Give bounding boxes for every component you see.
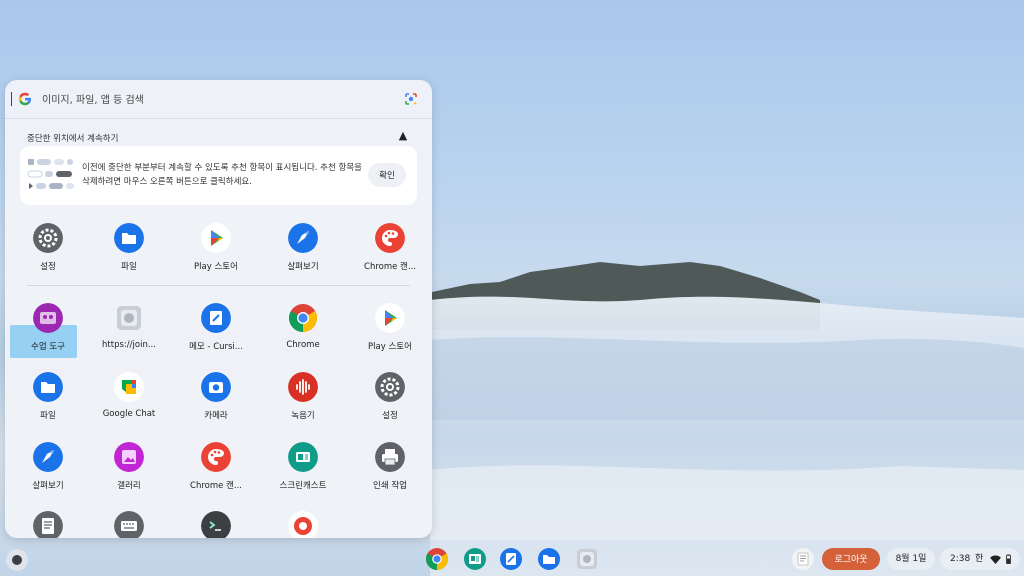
cursive-icon[interactable]	[499, 547, 523, 571]
app-screencast[interactable]: 스크린캐스트	[260, 442, 346, 500]
app-label: Play 스토어	[368, 342, 412, 352]
app-label: 설정	[382, 411, 398, 421]
terminal-icon	[201, 511, 231, 538]
play-store-icon	[375, 303, 405, 333]
app-label: 인쇄 작업	[373, 481, 407, 491]
app-camera[interactable]: 카메라	[173, 372, 259, 430]
date-tray[interactable]: 8월 1일	[887, 548, 935, 570]
recorder-icon	[288, 372, 318, 402]
app-play-store[interactable]: Play 스토어	[347, 303, 432, 361]
google-icon	[18, 92, 31, 106]
app-class-tools[interactable]: 수업 도구	[5, 303, 91, 361]
logout-button[interactable]: 로그아웃	[822, 548, 880, 570]
launcher-icon	[12, 555, 22, 565]
continue-card-text: 이전에 중단한 부분부터 계속할 수 있도록 추천 항목이 표시됩니다. 추천 …	[82, 163, 362, 187]
app-label: 파일	[40, 411, 56, 421]
google-chat-icon	[114, 372, 144, 402]
recent-app-settings[interactable]: 설정	[5, 223, 91, 281]
app-chrome-beta[interactable]	[260, 511, 346, 538]
launcher-button[interactable]	[6, 549, 28, 571]
app-files[interactable]: 파일	[5, 372, 91, 430]
chevron-up-icon[interactable]: ▲	[396, 129, 410, 143]
web-app-icon	[117, 306, 141, 330]
continue-section-title: 중단한 위치에서 계속하기	[27, 134, 119, 144]
chrome-beta-icon	[288, 511, 318, 538]
app-label: Chrome 캔...	[190, 481, 242, 491]
app-settings[interactable]: 설정	[347, 372, 432, 430]
app-label: Chrome 캔...	[364, 262, 416, 272]
app-label: 설정	[40, 262, 56, 272]
app-label: 살펴보기	[32, 481, 64, 491]
app-docs[interactable]	[5, 511, 91, 538]
app-gallery[interactable]: 갤러리	[86, 442, 172, 500]
text-cursor	[11, 92, 12, 106]
search-bar	[5, 80, 432, 119]
explore-icon	[288, 223, 318, 253]
app-google-chat[interactable]: Google Chat	[86, 372, 172, 430]
app-label: https://join...	[102, 340, 156, 350]
app-launcher: 중단한 위치에서 계속하기 ▲ 이전에 중단한 부분부터 계속할 수 있도록 추…	[5, 80, 432, 538]
app-terminal[interactable]	[173, 511, 259, 538]
print-jobs-icon	[375, 442, 405, 472]
web-app-icon[interactable]	[575, 547, 599, 571]
shelf: 로그아웃 8월 1일 2:38 한	[0, 543, 1024, 576]
cursive-icon	[201, 303, 231, 333]
app-label: 메모 - Cursi...	[189, 342, 243, 352]
chrome-icon	[289, 304, 317, 332]
continue-privacy-card: 이전에 중단한 부분부터 계속할 수 있도록 추천 항목이 표시됩니다. 추천 …	[20, 146, 417, 205]
app-recorder[interactable]: 녹음기	[260, 372, 346, 430]
keyboard-icon	[114, 511, 144, 538]
screencast-icon	[288, 442, 318, 472]
gallery-icon	[114, 442, 144, 472]
files-icon	[33, 372, 63, 402]
class-tools-icon	[33, 303, 63, 333]
app-web-join[interactable]: https://join...	[86, 303, 172, 361]
docs-icon	[33, 511, 63, 538]
ime-indicator: 한	[975, 554, 984, 564]
recent-app-chrome-canvas[interactable]: Chrome 캔...	[347, 223, 432, 281]
app-label: 수업 도구	[31, 342, 65, 352]
chrome-icon[interactable]	[425, 547, 449, 571]
confirm-button[interactable]: 확인	[368, 163, 406, 187]
battery-icon	[1006, 554, 1011, 564]
google-lens-icon[interactable]	[404, 92, 418, 106]
app-label: 살펴보기	[287, 262, 319, 272]
app-label: 카메라	[204, 411, 228, 421]
recent-app-files[interactable]: 파일	[86, 223, 172, 281]
chrome-canvas-icon	[201, 442, 231, 472]
recent-app-explore[interactable]: 살펴보기	[260, 223, 346, 281]
note-holding-space-icon[interactable]	[791, 547, 815, 571]
section-divider	[27, 285, 410, 286]
status-tray[interactable]: 2:38 한	[940, 548, 1020, 570]
app-label: 갤러리	[117, 481, 141, 491]
app-label: Play 스토어	[194, 262, 238, 272]
settings-icon	[33, 223, 63, 253]
date-label: 8월 1일	[895, 554, 927, 564]
search-input[interactable]	[40, 89, 384, 111]
app-chrome-canvas[interactable]: Chrome 캔...	[173, 442, 259, 500]
app-explore[interactable]: 살펴보기	[5, 442, 91, 500]
app-label: 녹음기	[291, 411, 315, 421]
suggestions-illustration-icon	[27, 159, 74, 189]
explore-icon	[33, 442, 63, 472]
recent-app-play-store[interactable]: Play 스토어	[173, 223, 259, 281]
app-chrome[interactable]: Chrome	[260, 303, 346, 361]
files-icon[interactable]	[537, 547, 561, 571]
settings-icon	[375, 372, 405, 402]
app-keyboard[interactable]	[86, 511, 172, 538]
app-cursive[interactable]: 메모 - Cursi...	[173, 303, 259, 361]
app-print-jobs[interactable]: 인쇄 작업	[347, 442, 432, 500]
app-label: Chrome	[286, 340, 320, 350]
time-label: 2:38	[950, 554, 971, 564]
classroom-icon[interactable]	[463, 547, 487, 571]
camera-icon	[201, 372, 231, 402]
app-label: Google Chat	[102, 409, 156, 419]
app-label: 파일	[121, 262, 137, 272]
wifi-icon	[990, 555, 1001, 564]
chrome-canvas-icon	[375, 223, 405, 253]
files-icon	[114, 223, 144, 253]
app-label: 스크린캐스트	[279, 481, 327, 491]
play-store-icon	[201, 223, 231, 253]
